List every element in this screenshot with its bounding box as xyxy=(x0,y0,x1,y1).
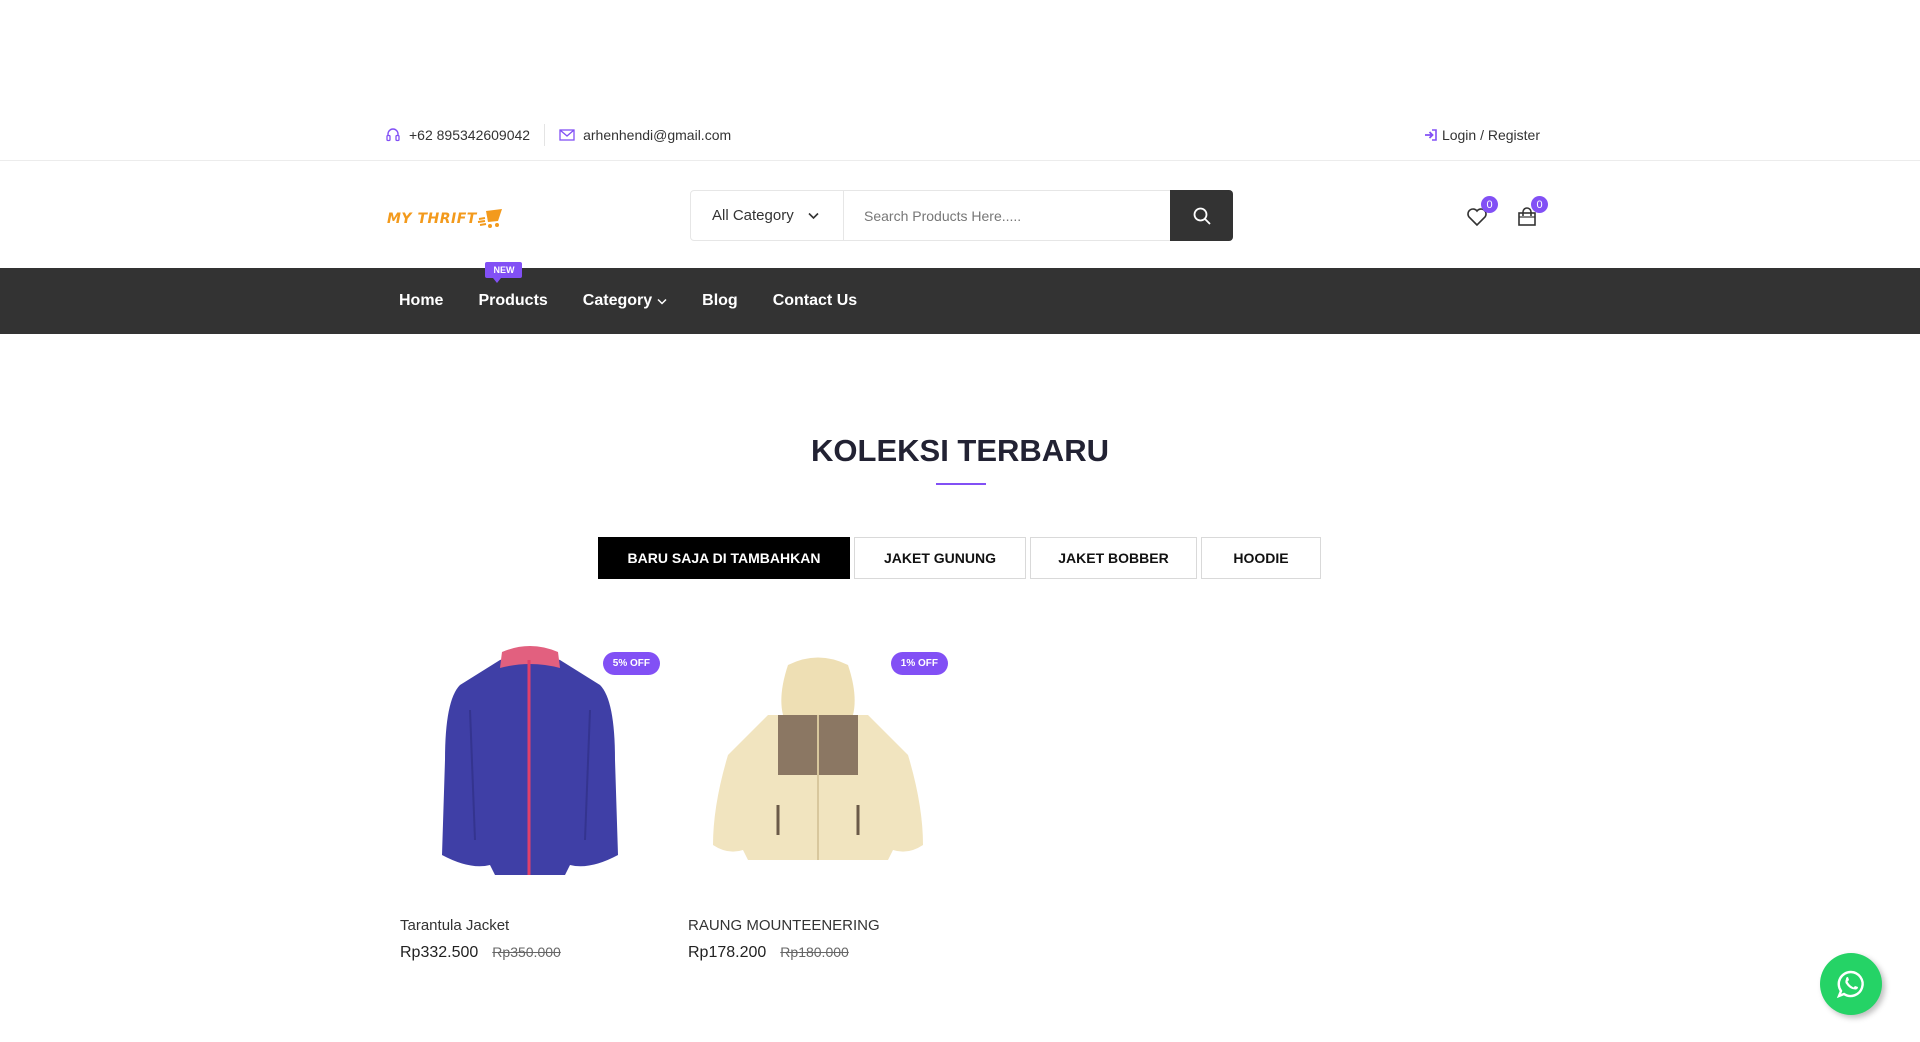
topbar-divider xyxy=(544,124,546,146)
tab-hoodie[interactable]: HOODIE xyxy=(1201,537,1321,579)
logo-text: MY THRIFT xyxy=(387,211,477,227)
login-register-link[interactable]: Login / Register xyxy=(1424,127,1540,143)
cart-logo-icon xyxy=(477,209,502,228)
nav-item-contact-us[interactable]: Contact Us xyxy=(773,292,857,310)
product-image[interactable]: 5% OFF xyxy=(400,630,660,890)
cart-button[interactable]: 0 xyxy=(1512,196,1548,232)
phone-text: +62 895342609042 xyxy=(409,127,531,143)
site-logo[interactable]: MY THRIFT xyxy=(387,206,505,232)
category-select-value: All Category xyxy=(712,207,794,224)
login-icon xyxy=(1424,129,1437,141)
chevron-down-icon xyxy=(657,298,667,305)
product-prices: Rp178.200 Rp180.000 xyxy=(688,944,948,962)
main-nav: Home NEW Products Category Blog Contact … xyxy=(0,262,1920,334)
section-title: KOLEKSI TERBARU xyxy=(811,433,1109,468)
tab-jaket-bobber[interactable]: JAKET BOBBER xyxy=(1030,537,1197,579)
discount-badge: 1% OFF xyxy=(890,652,948,675)
nav-item-home[interactable]: Home xyxy=(399,292,443,310)
nav-item-label: Products xyxy=(478,292,548,309)
category-select[interactable]: All Category xyxy=(691,191,844,240)
product-image[interactable]: 1% OFF xyxy=(688,630,948,890)
jacket-image xyxy=(442,646,618,875)
discount-badge: 5% OFF xyxy=(602,652,660,675)
whatsapp-button[interactable] xyxy=(1820,953,1882,1015)
top-bar: +62 895342609042 arhenhendi@gmail.com Lo… xyxy=(0,110,1920,161)
product-old-price: Rp180.000 xyxy=(780,944,849,960)
cart-count-badge: 0 xyxy=(1531,196,1548,213)
tab-baru-saja-di-tambahkan[interactable]: BARU SAJA DI TAMBAHKAN xyxy=(598,537,850,579)
login-register-label: Login / Register xyxy=(1441,127,1540,143)
nav-item-blog[interactable]: Blog xyxy=(702,292,738,310)
product-price: Rp178.200 xyxy=(688,944,767,961)
wishlist-button[interactable]: 0 xyxy=(1462,196,1498,232)
wishlist-count-badge: 0 xyxy=(1481,196,1498,213)
header: MY THRIFT All Category 0 0 xyxy=(0,162,1920,268)
mail-icon xyxy=(559,129,575,141)
search-icon xyxy=(1193,207,1211,225)
search-button[interactable] xyxy=(1170,190,1233,241)
search-input[interactable] xyxy=(844,191,1170,240)
nav-item-products[interactable]: NEW Products xyxy=(478,262,548,310)
jacket-image xyxy=(713,657,923,860)
nav-item-label: Home xyxy=(399,292,444,309)
email-contact[interactable]: arhenhendi@gmail.com xyxy=(559,127,731,143)
product-price: Rp332.500 xyxy=(400,944,479,961)
nav-item-label: Blog xyxy=(702,292,738,309)
new-badge: NEW xyxy=(485,262,523,283)
product-name[interactable]: Tarantula Jacket xyxy=(400,917,660,934)
phone-contact[interactable]: +62 895342609042 xyxy=(385,127,530,143)
product-card: 1% OFF RAUNG MOUNTEENERING Rp178.200 Rp1… xyxy=(688,630,948,962)
nav-item-label: Category xyxy=(582,292,653,309)
tab-jaket-gunung[interactable]: JAKET GUNUNG xyxy=(854,537,1026,579)
search-bar: All Category xyxy=(690,190,1233,241)
product-tabs: BARU SAJA DI TAMBAHKAN JAKET GUNUNG JAKE… xyxy=(598,537,1325,579)
email-text: arhenhendi@gmail.com xyxy=(583,127,732,143)
whatsapp-icon xyxy=(1836,970,1864,999)
nav-item-label: Contact Us xyxy=(772,292,858,309)
product-old-price: Rp350.000 xyxy=(492,944,561,960)
title-underline xyxy=(936,483,986,485)
product-name[interactable]: RAUNG MOUNTEENERING xyxy=(688,917,948,934)
product-card: 5% OFF Tarantula Jacket Rp332.500 Rp350.… xyxy=(400,630,660,962)
headset-icon xyxy=(386,128,400,142)
nav-item-category[interactable]: Category xyxy=(583,292,667,310)
product-prices: Rp332.500 Rp350.000 xyxy=(400,944,660,962)
chevron-down-icon xyxy=(808,212,819,219)
